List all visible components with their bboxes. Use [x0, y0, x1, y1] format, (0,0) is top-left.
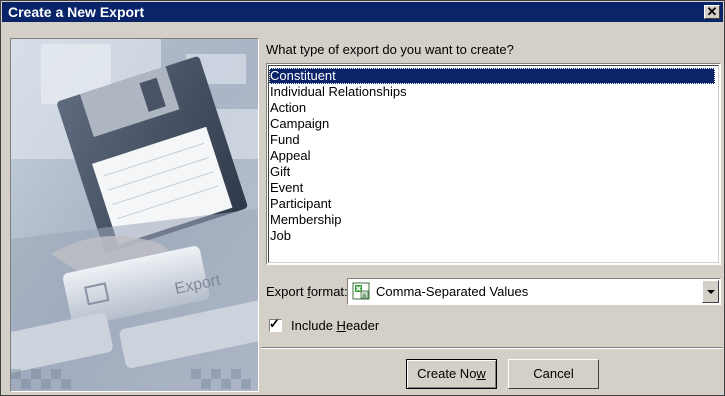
create-now-label-accel: w — [476, 366, 486, 381]
create-export-dialog: Create a New Export ✕ Export What type o… — [0, 0, 725, 396]
close-button[interactable]: ✕ — [704, 4, 720, 19]
export-format-label-start: Export — [266, 284, 308, 299]
export-type-list[interactable]: Constituent Individual Relationships Act… — [266, 63, 721, 265]
export-format-label: Export format: — [266, 284, 348, 299]
list-item-constituent[interactable]: Constituent — [269, 68, 715, 84]
dialog-title: Create a New Export — [8, 4, 145, 20]
export-type-prompt: What type of export do you want to creat… — [266, 42, 514, 57]
list-item-gift[interactable]: Gift — [269, 164, 715, 180]
include-header-checkbox[interactable]: ✓ — [269, 316, 282, 332]
create-now-label-start: Create No — [417, 366, 477, 381]
export-format-value: Comma-Separated Values — [376, 284, 529, 299]
button-separator — [261, 347, 723, 349]
list-item-campaign[interactable]: Campaign — [269, 116, 715, 132]
create-now-button[interactable]: Create Now — [406, 359, 497, 389]
close-icon: ✕ — [706, 4, 718, 19]
export-banner-image: Export — [10, 38, 259, 392]
include-header-label-end: eader — [345, 318, 380, 333]
include-header-label-accel: H — [336, 318, 346, 333]
list-item-participant[interactable]: Participant — [269, 196, 715, 212]
list-item-job[interactable]: Job — [269, 228, 715, 244]
checkmark-icon: ✓ — [269, 316, 280, 331]
list-item-fund[interactable]: Fund — [269, 132, 715, 148]
list-item-action[interactable]: Action — [269, 100, 715, 116]
list-item-individual-relationships[interactable]: Individual Relationships — [269, 84, 715, 100]
list-item-event[interactable]: Event — [269, 180, 715, 196]
cancel-button[interactable]: Cancel — [508, 359, 599, 389]
list-item-membership[interactable]: Membership — [269, 212, 715, 228]
include-header-label[interactable]: Include Header — [291, 318, 379, 333]
list-item-appeal[interactable]: Appeal — [269, 148, 715, 164]
title-bar: Create a New Export ✕ — [2, 2, 723, 22]
excel-csv-icon: a — [352, 282, 370, 300]
include-header-label-start: Include — [291, 318, 337, 333]
floppy-disk-export-artwork: Export — [11, 39, 258, 391]
export-format-select[interactable]: a Comma-Separated Values — [347, 278, 721, 305]
chevron-down-icon[interactable] — [702, 280, 719, 303]
export-format-label-end: ormat: — [310, 284, 348, 299]
